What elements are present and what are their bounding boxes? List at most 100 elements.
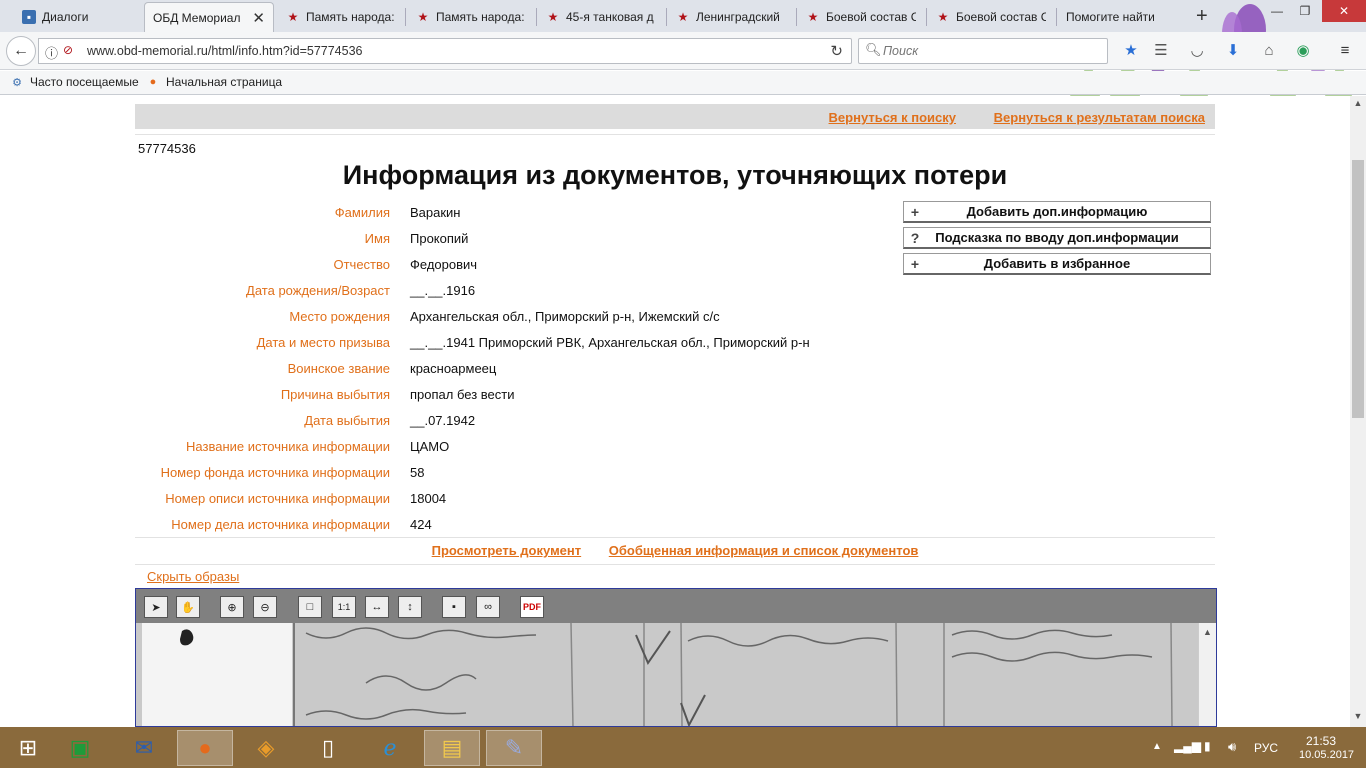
pdf-icon[interactable]: PDF (520, 596, 544, 618)
field-label: Дата выбытия (304, 413, 390, 428)
input-hint-button[interactable]: ? Подсказка по вводу доп.информации (903, 227, 1211, 249)
field-value: 58 (410, 465, 425, 480)
tab-dialogs[interactable]: ▪ Диалоги (14, 2, 140, 32)
windows-taskbar: ⊞ ▣ ✉ ● ◈ ▯ ℯ ▤ ✎ ▲ ▂▄▆ ▮ 🔊︎ РУС 21:53 1… (0, 727, 1366, 768)
zoom-in-icon[interactable]: ⊕ (220, 596, 244, 618)
handwriting-scan-image (180, 623, 1173, 726)
restore-icon[interactable]: ❐ (1290, 0, 1320, 22)
fit-width-icon[interactable]: ↔ (365, 596, 389, 618)
thunderbird-icon[interactable]: ✉ (116, 730, 172, 766)
hide-images-link[interactable]: Скрыть образы (147, 569, 239, 584)
addon-icon[interactable]: ◉ (1294, 41, 1312, 59)
info-icon[interactable]: ⓘ (45, 43, 58, 62)
tab-combat-1[interactable]: ★ Боевой состав С (798, 2, 924, 32)
actual-size-icon[interactable]: 1:1 (332, 596, 356, 618)
tracking-blocked-icon[interactable]: ⊘ (63, 43, 73, 57)
clock-date[interactable]: 10.05.2017 (1299, 749, 1354, 761)
document-viewer: ➤ ✋ ⊕ ⊖ □ 1:1 ↔ ↕ ▪ ∞ PDF ▲ (135, 588, 1217, 727)
tab-combat-2[interactable]: ★ Боевой состав С (928, 2, 1054, 32)
question-icon: ? (910, 229, 920, 246)
tab-obd-memorial[interactable]: ОБД Мемориал ✕ (144, 2, 274, 32)
menu-icon[interactable]: ≡ (1336, 41, 1354, 59)
app-icon[interactable]: ◈ (238, 730, 294, 766)
scroll-up-icon[interactable]: ▲ (1199, 627, 1216, 637)
page-scrollbar[interactable]: ▲ ▼ (1350, 96, 1366, 727)
language-indicator[interactable]: РУС (1254, 741, 1278, 755)
field-value: __.__.1941 Приморский РВК, Архангельская… (410, 335, 810, 350)
add-info-button[interactable]: + Добавить доп.информацию (903, 201, 1211, 223)
navigation-bar: ← ⓘ ⊘ www.obd-memorial.ru/html/info.htm?… (0, 32, 1366, 70)
document-links: Просмотреть документ Обобщенная информац… (135, 543, 1215, 558)
document-scan-image[interactable]: ▲ (136, 623, 1216, 726)
file-explorer-icon[interactable]: ▤ (424, 730, 480, 766)
store-icon[interactable]: ▣ (52, 730, 108, 766)
tab-label: Боевой состав С (826, 10, 916, 24)
firefox-icon: ● (149, 76, 157, 88)
view-document-link[interactable]: Просмотреть документ (432, 543, 582, 558)
paint-icon[interactable]: ✎ (486, 730, 542, 766)
button-label: Подсказка по вводу доп.информации (935, 230, 1179, 245)
tab-label: Память народа: (436, 10, 525, 24)
url-bar[interactable]: ⓘ ⊘ www.obd-memorial.ru/html/info.htm?id… (38, 38, 852, 64)
tab-label: ОБД Мемориал (153, 10, 241, 25)
tab-45-tank[interactable]: ★ 45-я танковая д (538, 2, 664, 32)
tab-help-find[interactable]: Помогите найти (1058, 2, 1184, 32)
document-scrollbar[interactable]: ▲ (1198, 623, 1216, 726)
bookmarks-list-icon[interactable]: ☰ (1152, 41, 1170, 59)
search-input[interactable] (883, 42, 1093, 60)
scroll-thumb[interactable] (1352, 160, 1364, 418)
file-icon[interactable]: ▯ (300, 730, 356, 766)
search-bar[interactable]: 🔍︎ (858, 38, 1108, 64)
field-label: Название источника информации (186, 439, 390, 454)
window-close-icon[interactable]: ✕ (1322, 0, 1366, 22)
scroll-up-icon[interactable]: ▲ (1350, 98, 1366, 112)
battery-icon[interactable]: ▮ (1204, 739, 1211, 753)
new-tab-icon[interactable]: + (1196, 6, 1208, 26)
pocket-icon[interactable]: ◡ (1188, 41, 1206, 59)
add-favorite-button[interactable]: + Добавить в избранное (903, 253, 1211, 275)
summary-link[interactable]: Обобщенная информация и список документо… (609, 543, 919, 558)
zoom-out-icon[interactable]: ⊖ (253, 596, 277, 618)
firefox-icon[interactable]: ● (177, 730, 233, 766)
internet-explorer-icon[interactable]: ℯ (362, 730, 418, 766)
field-value: Варакин (410, 205, 461, 220)
top-link-strip: Вернуться к поиску Вернуться к результат… (135, 104, 1215, 129)
tray-expand-icon[interactable]: ▲ (1152, 741, 1162, 752)
divider (135, 134, 1215, 135)
download-icon[interactable]: ⬇ (1224, 41, 1242, 59)
tab-label: Ленинградский (696, 10, 780, 24)
star-icon: ★ (547, 10, 559, 24)
tab-separator (536, 8, 537, 26)
hand-tool-icon[interactable]: ✋ (176, 596, 200, 618)
windows-start-icon[interactable]: ⊞ (0, 730, 56, 766)
tab-label: Диалоги (42, 10, 89, 24)
reload-icon[interactable]: ↻ (830, 42, 843, 60)
bookmark-most-visited[interactable]: ⚙ Часто посещаемые (10, 75, 139, 89)
save-icon[interactable]: ▪ (442, 596, 466, 618)
bookmark-start-page[interactable]: ● Начальная страница (146, 75, 282, 89)
back-button[interactable]: ← (6, 36, 36, 66)
button-label: Добавить в избранное (983, 256, 1131, 271)
volume-icon[interactable]: 🔊︎ (1228, 739, 1236, 755)
back-to-search-link[interactable]: Вернуться к поиску (829, 110, 956, 125)
field-value: __.07.1942 (410, 413, 476, 428)
tab-pamyat-naroda-2[interactable]: ★ Память народа: (408, 2, 534, 32)
fit-height-icon[interactable]: ↕ (398, 596, 422, 618)
close-tab-icon[interactable]: ✕ (252, 9, 265, 27)
scroll-down-icon[interactable]: ▼ (1350, 711, 1366, 725)
signal-icon[interactable]: ▂▄▆ (1174, 739, 1201, 753)
url-text[interactable]: www.obd-memorial.ru/html/info.htm?id=577… (87, 44, 363, 58)
tab-leningrad[interactable]: ★ Ленинградский (668, 2, 794, 32)
star-icon: ★ (417, 10, 429, 24)
bookmark-label: Часто посещаемые (30, 75, 139, 89)
fit-page-icon[interactable]: □ (298, 596, 322, 618)
tab-separator (405, 8, 406, 26)
pointer-tool-icon[interactable]: ➤ (144, 596, 168, 618)
tab-pamyat-naroda-1[interactable]: ★ Память народа: (278, 2, 404, 32)
home-icon[interactable]: ⌂ (1260, 41, 1278, 59)
bookmark-star-icon[interactable]: ★ (1122, 41, 1140, 59)
back-to-results-link[interactable]: Вернуться к результатам поиска (994, 110, 1205, 125)
clock-time[interactable]: 21:53 (1306, 734, 1336, 748)
link-icon[interactable]: ∞ (476, 596, 500, 618)
minimize-icon[interactable]: — (1262, 0, 1292, 22)
